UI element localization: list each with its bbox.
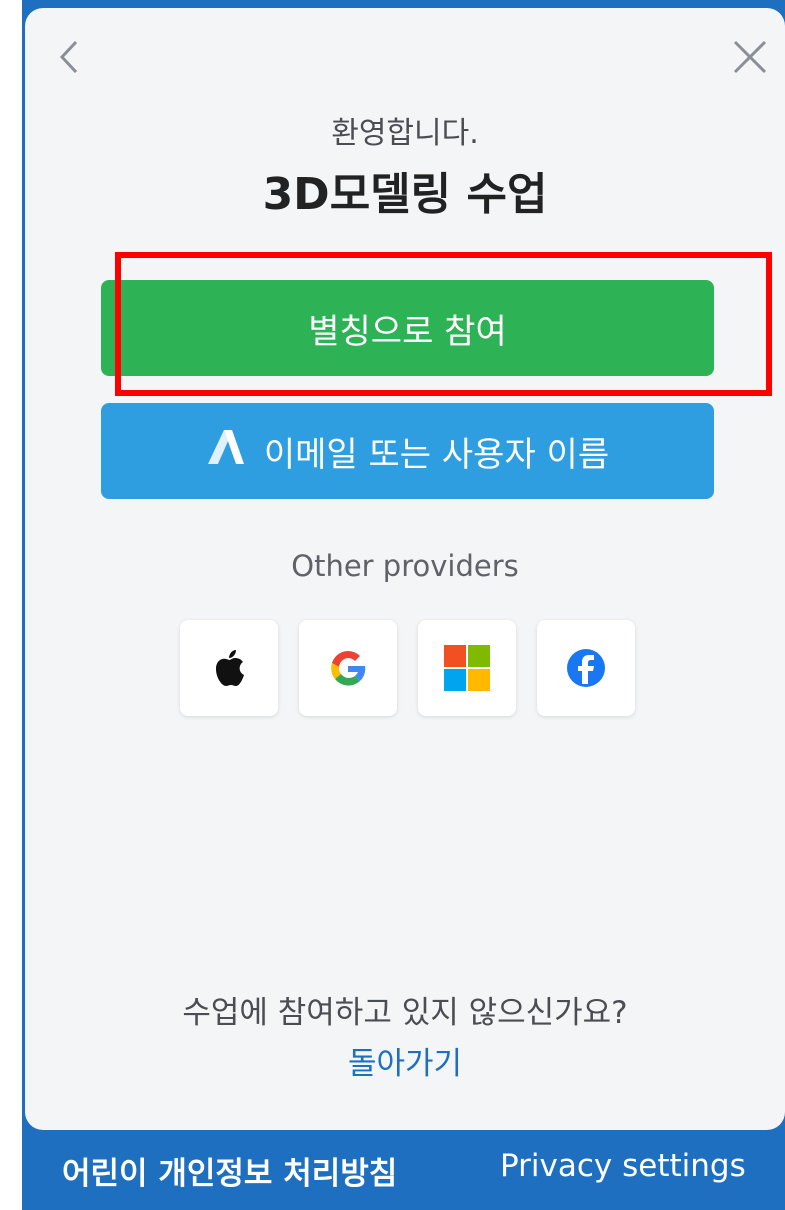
apple-sign-in-button[interactable] <box>180 620 278 716</box>
autodesk-logo-icon <box>206 427 246 476</box>
go-back-link[interactable]: 돌아가기 <box>25 1038 785 1083</box>
google-icon <box>331 651 366 686</box>
class-title: 3D모델링 수업 <box>262 169 548 220</box>
children-privacy-policy-link[interactable]: 어린이 개인정보 처리방침 <box>62 1148 397 1193</box>
join-with-nickname-label: 별칭으로 참여 <box>308 311 507 352</box>
close-button[interactable] <box>725 32 775 82</box>
microsoft-icon <box>444 645 490 691</box>
welcome-text: 환영합니다. <box>331 116 479 151</box>
provider-buttons <box>180 620 640 716</box>
apple-icon <box>216 650 244 686</box>
facebook-icon <box>567 649 605 687</box>
join-with-nickname-button[interactable]: 별칭으로 참여 <box>101 280 714 376</box>
other-providers-label: Other providers <box>291 549 519 583</box>
facebook-sign-in-button[interactable] <box>537 620 635 716</box>
back-button[interactable] <box>50 32 90 82</box>
email-username-button[interactable]: 이메일 또는 사용자 이름 <box>101 403 714 499</box>
left-margin <box>0 0 22 1210</box>
email-username-label: 이메일 또는 사용자 이름 <box>263 434 610 475</box>
privacy-settings-link[interactable]: Privacy settings <box>500 1148 746 1184</box>
close-icon <box>733 40 767 74</box>
not-joined-question: 수업에 참여하고 있지 않으신가요? <box>182 995 628 1031</box>
chevron-left-icon <box>59 40 78 74</box>
microsoft-sign-in-button[interactable] <box>418 620 516 716</box>
google-sign-in-button[interactable] <box>299 620 397 716</box>
